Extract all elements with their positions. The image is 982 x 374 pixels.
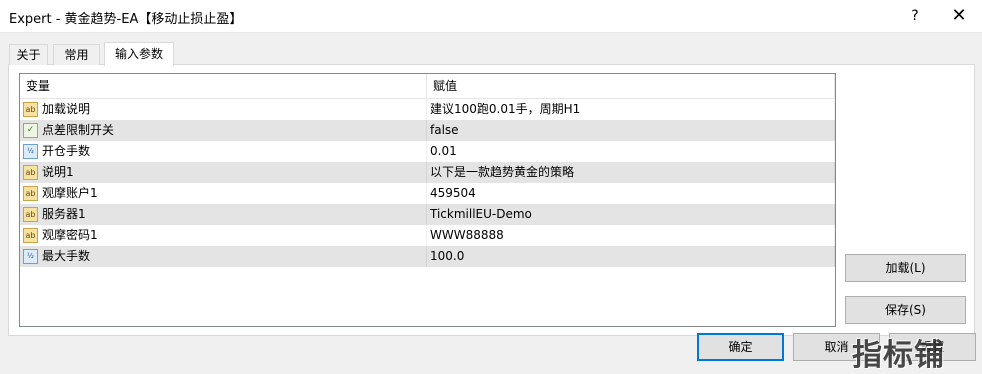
parameter-name: 点差限制开关 bbox=[42, 123, 115, 137]
ok-button[interactable]: 确定 bbox=[697, 333, 784, 361]
parameter-row[interactable]: ab 观摩密码1 WWW88888 bbox=[20, 225, 835, 246]
parameter-value[interactable]: WWW88888 bbox=[427, 225, 835, 246]
parameter-row[interactable]: ✓ 点差限制开关 false bbox=[20, 120, 835, 141]
parameter-name: 开仓手数 bbox=[42, 144, 91, 158]
parameter-value[interactable]: 0.01 bbox=[427, 141, 835, 162]
parameter-row[interactable]: ab 加载说明 建议100跑0.01手，周期H1 bbox=[20, 99, 835, 120]
string-icon: ab bbox=[23, 102, 38, 117]
parameter-row[interactable]: ½ 开仓手数 0.01 bbox=[20, 141, 835, 162]
parameter-name: 说明1 bbox=[42, 165, 74, 179]
parameter-name: 观摩密码1 bbox=[42, 228, 98, 242]
tab-common[interactable]: 常用 bbox=[53, 44, 100, 65]
string-icon: ab bbox=[23, 228, 38, 243]
parameter-row[interactable]: ab 观摩账户1 459504 bbox=[20, 183, 835, 204]
bool-icon: ✓ bbox=[23, 123, 38, 138]
parameter-row[interactable]: ab 说明1 以下是一款趋势黄金的策略 bbox=[20, 162, 835, 183]
parameter-name: 观摩账户1 bbox=[42, 186, 98, 200]
parameter-row[interactable]: ab 服务器1 TickmillEU-Demo bbox=[20, 204, 835, 225]
number-icon: ½ bbox=[23, 249, 38, 264]
parameter-value[interactable]: 建议100跑0.01手，周期H1 bbox=[427, 99, 835, 120]
column-header-variable[interactable]: 变量 bbox=[20, 74, 427, 98]
close-button[interactable]: ✕ bbox=[936, 0, 982, 32]
parameter-value[interactable]: TickmillEU-Demo bbox=[427, 204, 835, 225]
parameter-value[interactable]: 以下是一款趋势黄金的策略 bbox=[427, 162, 835, 183]
save-button[interactable]: 保存(S) bbox=[845, 296, 966, 324]
parameter-row[interactable]: ½ 最大手数 100.0 bbox=[20, 246, 835, 267]
string-icon: ab bbox=[23, 207, 38, 222]
parameter-name: 服务器1 bbox=[42, 207, 86, 221]
help-button[interactable]: ? bbox=[892, 0, 938, 32]
string-icon: ab bbox=[23, 186, 38, 201]
string-icon: ab bbox=[23, 165, 38, 180]
title-bar: Expert - 黄金趋势-EA【移动止损止盈】 ? ✕ bbox=[0, 0, 982, 33]
list-header: 变量 赋值 bbox=[20, 74, 835, 99]
parameter-value[interactable]: 459504 bbox=[427, 183, 835, 204]
parameter-value[interactable]: 100.0 bbox=[427, 246, 835, 267]
reset-button[interactable]: 重置 bbox=[889, 333, 976, 361]
tab-about[interactable]: 关于 bbox=[9, 44, 48, 65]
parameter-value[interactable]: false bbox=[427, 120, 835, 141]
load-button[interactable]: 加载(L) bbox=[845, 254, 966, 282]
tab-input-parameters[interactable]: 输入参数 bbox=[104, 42, 174, 66]
window-title: Expert - 黄金趋势-EA【移动止损止盈】 bbox=[9, 12, 243, 27]
number-icon: ½ bbox=[23, 144, 38, 159]
parameter-name: 加载说明 bbox=[42, 102, 91, 116]
parameter-list[interactable]: 变量 赋值 ab 加载说明 建议100跑0.01手，周期H1 ✓ 点差限制开关 … bbox=[19, 73, 836, 327]
cancel-button[interactable]: 取消 bbox=[793, 333, 880, 361]
parameter-name: 最大手数 bbox=[42, 249, 91, 263]
column-header-value[interactable]: 赋值 bbox=[427, 74, 835, 98]
